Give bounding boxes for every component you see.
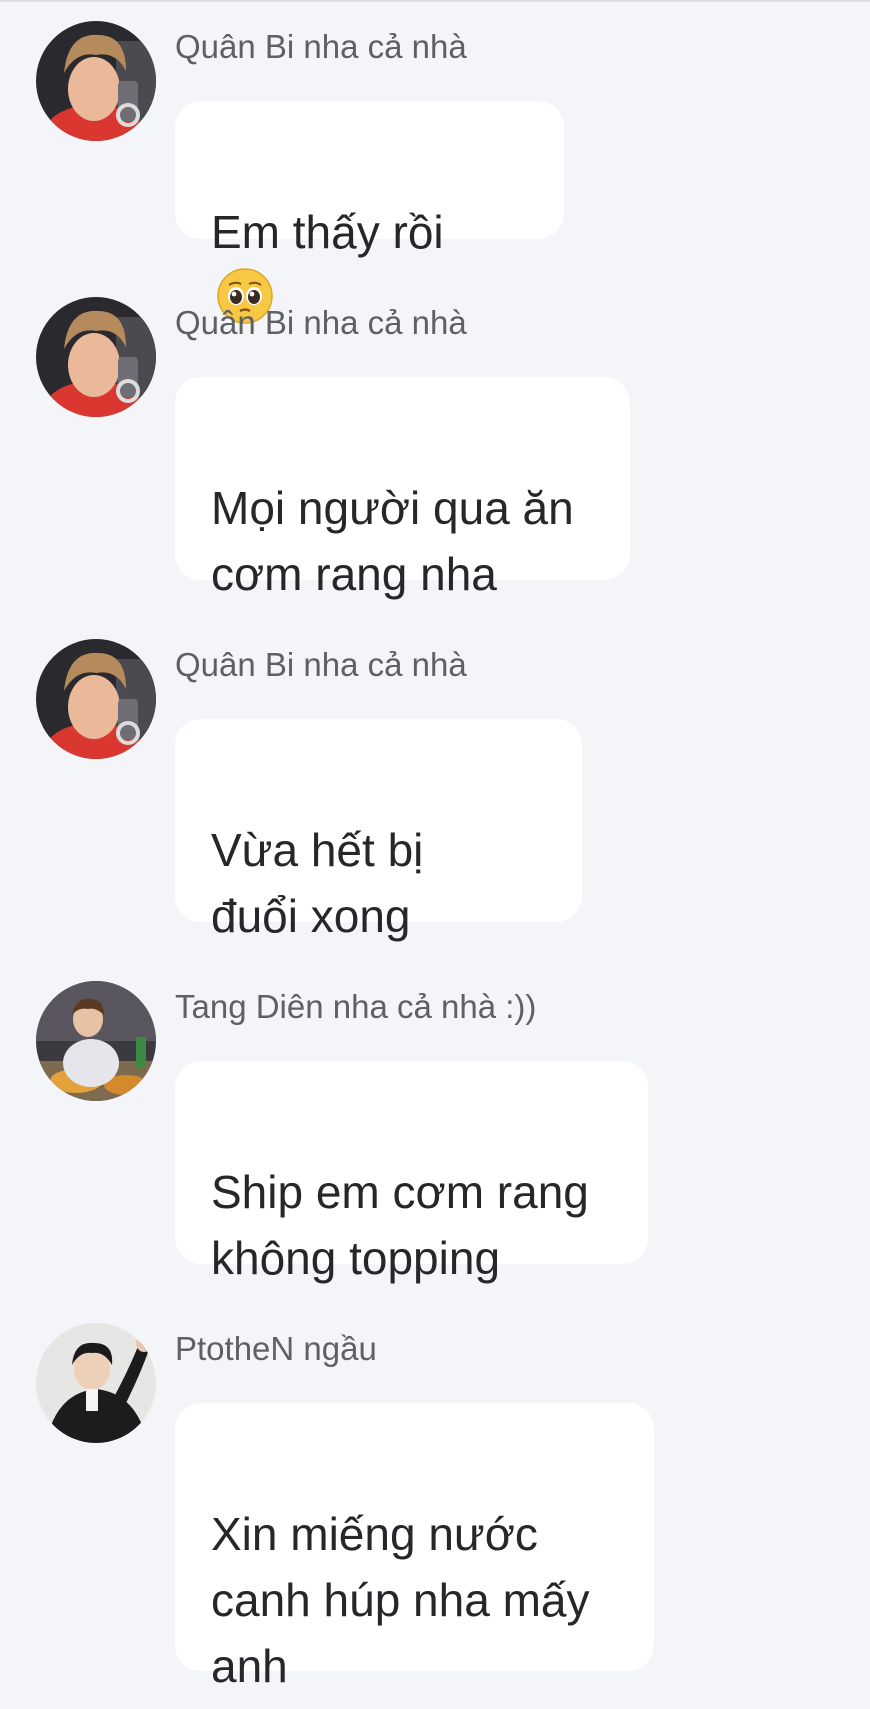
sender-name: Quân Bi nha cả nhà xyxy=(175,28,467,65)
message-bubble[interactable]: Mọi người qua ăn cơm rang nha xyxy=(175,377,630,600)
sender-name: Quân Bi nha cả nhà xyxy=(175,304,467,341)
message-text: Ship em cơm rang không topping xyxy=(211,1166,589,1284)
message-text: Xin miếng nước canh húp nha mấy anh xyxy=(211,1508,590,1692)
sender-name: Tang Diên nha cả nhà :)) xyxy=(175,988,537,1025)
sender-name: Quân Bi nha cả nhà xyxy=(175,646,467,683)
message-text: Vừa hết bị đuổi xong xyxy=(211,824,424,942)
message-bubble[interactable]: Ship em cơm rang không topping xyxy=(175,1061,648,1284)
sender-avatar[interactable] xyxy=(36,639,156,759)
sender-avatar[interactable] xyxy=(36,297,156,417)
sender-avatar[interactable] xyxy=(36,1323,156,1443)
message-text: Em thấy rồi xyxy=(211,206,444,258)
sender-avatar[interactable] xyxy=(36,981,156,1101)
message-text: Mọi người qua ăn cơm rang nha xyxy=(211,482,574,600)
message-bubble[interactable]: Vừa hết bị đuổi xong xyxy=(175,719,582,942)
sender-avatar[interactable] xyxy=(36,21,156,141)
message-bubble[interactable]: Em thấy rồi xyxy=(175,101,564,324)
sender-name: PtotheN ngầu xyxy=(175,1330,377,1367)
message-bubble[interactable]: Xin miếng nước canh húp nha mấy anh xyxy=(175,1403,654,1692)
top-divider xyxy=(0,0,870,2)
